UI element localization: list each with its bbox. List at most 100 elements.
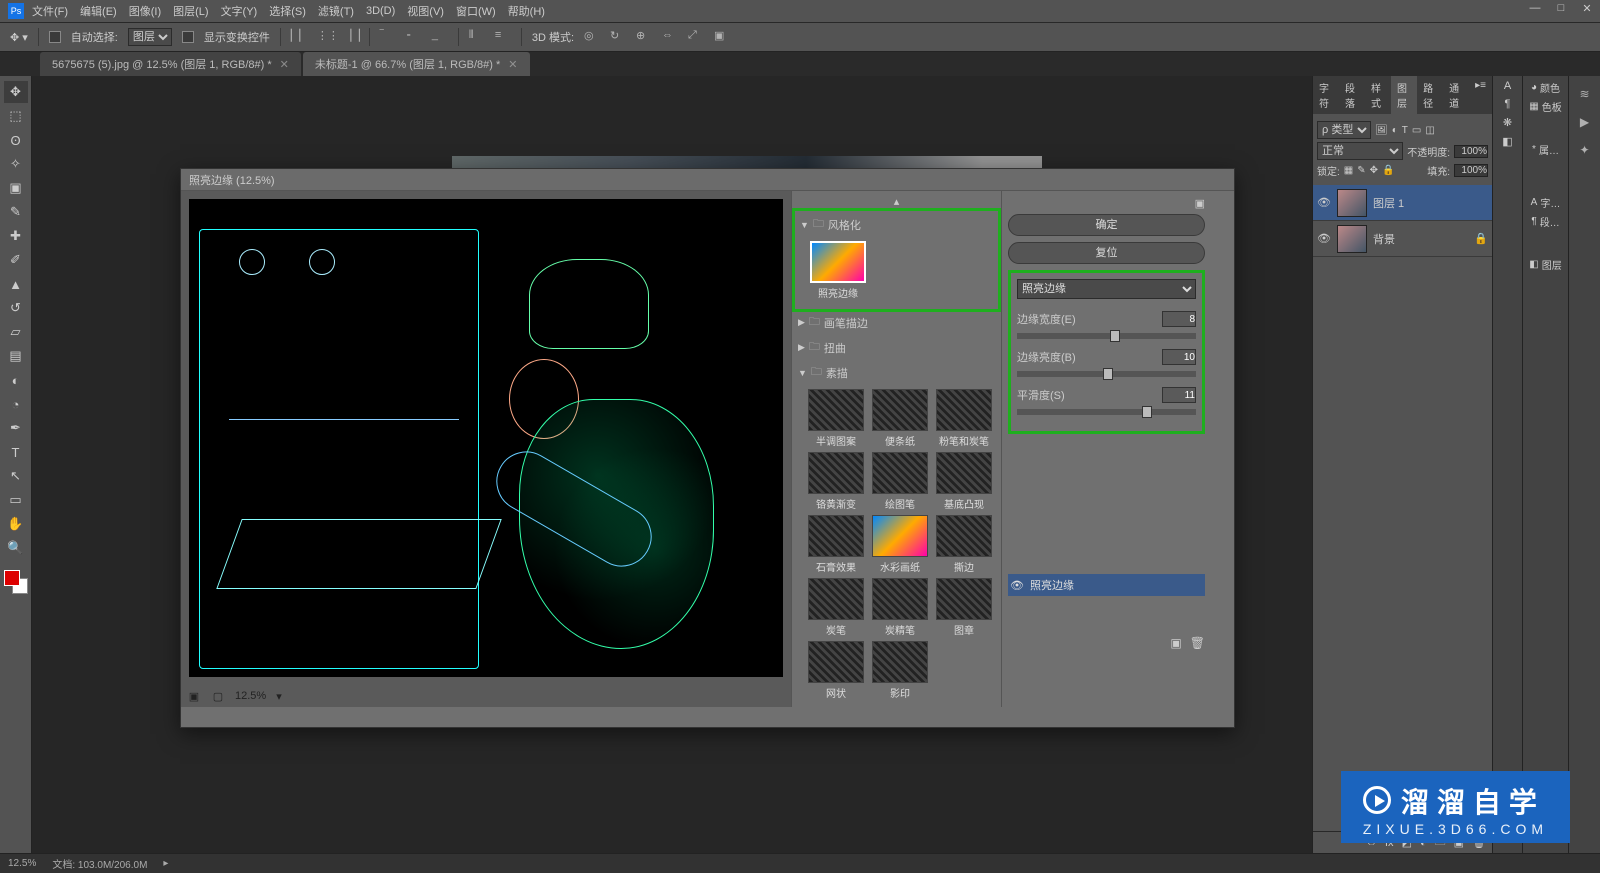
filter-shape-icon[interactable]: ▭ [1412, 125, 1421, 136]
visibility-icon[interactable]: 👁 [1317, 196, 1331, 209]
panel-menu-icon[interactable]: ▸≡ [1469, 76, 1492, 114]
tab-close-icon[interactable]: ✕ [508, 59, 517, 71]
filter-thumb-glowing-edges[interactable]: 照亮边缘 [808, 241, 868, 300]
show-transform-checkbox[interactable] [182, 31, 194, 43]
menu-file[interactable]: 文件(F) [32, 3, 68, 19]
lock-transparency-icon[interactable]: ▦ [1344, 165, 1353, 176]
filter-thumb[interactable]: 炭精笔 [870, 578, 930, 637]
3d-camera-icon[interactable]: ▣ [714, 29, 730, 45]
play-icon[interactable]: ▶ [1574, 111, 1596, 133]
zoom-in-icon[interactable]: ▢ [211, 690, 225, 703]
param-smoothness-slider[interactable] [1017, 409, 1196, 415]
status-zoom[interactable]: 12.5% [8, 858, 36, 869]
filter-thumb[interactable]: 水彩画纸 [870, 515, 930, 574]
crop-tool[interactable]: ▣ [4, 177, 28, 199]
menu-type[interactable]: 文字(Y) [221, 3, 258, 19]
menu-filter[interactable]: 滤镜(T) [318, 3, 354, 19]
lock-position-icon[interactable]: ✥ [1370, 165, 1378, 176]
auto-select-target[interactable]: 图层 [128, 28, 172, 46]
delete-effect-layer-icon[interactable]: 🗑 [1190, 636, 1205, 650]
panel-tab[interactable]: 样式 [1365, 76, 1391, 114]
menu-layer[interactable]: 图层(L) [173, 3, 208, 19]
history-brush-tool[interactable]: ↺ [4, 297, 28, 319]
3d-roll-icon[interactable]: ↻ [610, 29, 626, 45]
healing-brush-tool[interactable]: ✚ [4, 225, 28, 247]
minimize-icon[interactable]: — [1528, 2, 1542, 15]
lasso-tool[interactable]: ʘ [4, 129, 28, 151]
filter-thumb[interactable]: 粉笔和炭笔 [934, 389, 994, 448]
path-selection-tool[interactable]: ↖ [4, 465, 28, 487]
dodge-tool[interactable]: ◔ [4, 393, 28, 415]
maximize-icon[interactable]: □ [1554, 2, 1568, 15]
filter-thumb[interactable]: 撕边 [934, 515, 994, 574]
filter-thumb[interactable]: 影印 [870, 641, 930, 700]
ok-button[interactable]: 确定 [1008, 214, 1205, 236]
new-effect-layer-icon[interactable]: ▣ [1170, 636, 1181, 650]
filter-thumb[interactable]: 半调图案 [806, 389, 866, 448]
layers-panel-button[interactable]: ◧图层 [1529, 257, 1561, 272]
scroll-up-icon[interactable]: ▴ [794, 195, 999, 208]
layer-row[interactable]: 👁 背景 🔒 [1313, 221, 1492, 257]
3d-orbit-icon[interactable]: ◎ [584, 29, 600, 45]
hand-tool[interactable]: ✋ [4, 513, 28, 535]
menu-window[interactable]: 窗口(W) [456, 3, 496, 19]
zoom-tool[interactable]: 🔍 [4, 537, 28, 559]
param-edge-brightness-input[interactable] [1162, 349, 1196, 365]
category-sketch[interactable]: ▼🗀素描 [794, 360, 999, 385]
filter-thumb[interactable]: 网状 [806, 641, 866, 700]
layer-name[interactable]: 背景 [1373, 231, 1395, 247]
filter-thumb[interactable]: 炭笔 [806, 578, 866, 637]
align-bottom-icon[interactable]: _ [432, 29, 448, 45]
layers-panel-icon[interactable]: ◧ [1502, 135, 1512, 148]
filter-thumb[interactable]: 便条纸 [870, 389, 930, 448]
close-icon[interactable]: ✕ [1580, 2, 1594, 15]
swatches-panel-button[interactable]: ▦色板 [1529, 99, 1561, 114]
3d-pan-icon[interactable]: ⊕ [636, 29, 652, 45]
gradient-tool[interactable]: ▤ [4, 345, 28, 367]
shape-tool[interactable]: ▭ [4, 489, 28, 511]
document-tab-1[interactable]: 5675675 (5).jpg @ 12.5% (图层 1, RGB/8#) *… [40, 52, 301, 76]
paragraph-panel-icon[interactable]: ¶ [1505, 98, 1511, 110]
menu-view[interactable]: 视图(V) [407, 3, 444, 19]
history-icon[interactable]: ≋ [1574, 83, 1596, 105]
panel-tab[interactable]: 路径 [1417, 76, 1443, 114]
filter-smart-icon[interactable]: ◫ [1425, 125, 1434, 136]
color-panel-button[interactable]: ◕颜色 [1531, 80, 1560, 95]
auto-select-checkbox[interactable] [49, 31, 61, 43]
category-brushstrokes[interactable]: ▶🗀画笔描边 [794, 310, 999, 335]
param-edge-width-slider[interactable] [1017, 333, 1196, 339]
filter-image-icon[interactable]: 🖼 [1375, 125, 1388, 136]
panel-tab[interactable]: 字符 [1313, 76, 1339, 114]
layer-kind-filter[interactable]: ρ 类型 [1317, 121, 1371, 139]
filter-category-list[interactable]: ▴ ▼🗀风格化 照亮边缘 ▶🗀画笔描边 ▶🗀扭曲 ▼🗀素描 半调图案 便条纸 粉… [791, 191, 1001, 707]
menu-image[interactable]: 图像(I) [129, 3, 161, 19]
layer-thumbnail[interactable] [1337, 189, 1367, 217]
fill-input[interactable] [1454, 164, 1488, 177]
move-tool[interactable]: ✥ [4, 81, 28, 103]
filter-preview-image[interactable] [189, 199, 783, 677]
dialog-titlebar[interactable]: 照亮边缘 (12.5%) [181, 169, 1234, 191]
category-stylized[interactable]: ▼🗀风格化 [796, 212, 997, 237]
menu-help[interactable]: 帮助(H) [508, 3, 545, 19]
toggle-thumbs-icon[interactable]: ▣ [1195, 198, 1205, 210]
menu-3d[interactable]: 3D(D) [366, 5, 395, 17]
clone-stamp-tool[interactable]: ▲ [4, 273, 28, 295]
document-tab-2[interactable]: 未标题-1 @ 66.7% (图层 1, RGB/8#) *✕ [303, 52, 530, 76]
spark-icon[interactable]: ✦ [1574, 139, 1596, 161]
foreground-color[interactable] [4, 570, 20, 586]
align-vcenter-icon[interactable]: ⁃ [406, 29, 422, 45]
distribute-v-icon[interactable]: ≡ [495, 29, 511, 45]
blur-tool[interactable]: ◐ [4, 369, 28, 391]
panel-tab[interactable]: 通道 [1443, 76, 1469, 114]
type-tool[interactable]: T [4, 441, 28, 463]
panel-tab-layers[interactable]: 图层 [1391, 76, 1417, 114]
filter-type-icon[interactable]: T [1402, 125, 1408, 136]
reset-button[interactable]: 复位 [1008, 242, 1205, 264]
preview-zoom-level[interactable]: 12.5% [235, 690, 266, 702]
character-panel-button[interactable]: A字… [1531, 195, 1561, 210]
zoom-out-icon[interactable]: ▣ [187, 690, 201, 703]
param-edge-width-input[interactable] [1162, 311, 1196, 327]
type-panel-icon[interactable]: A [1504, 80, 1511, 92]
lock-all-icon[interactable]: 🔒 [1382, 165, 1394, 176]
filter-thumb[interactable]: 铬黄渐变 [806, 452, 866, 511]
